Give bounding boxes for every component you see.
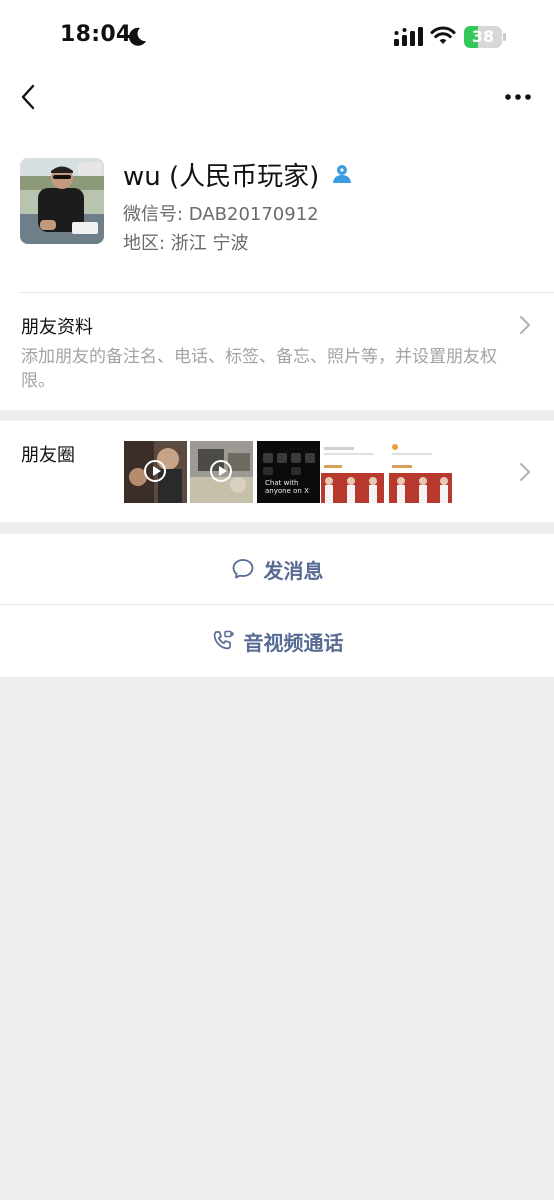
av-call-label: 音视频通话	[243, 630, 344, 655]
moment-thumb-1	[124, 441, 187, 503]
friend-info-description: 添加朋友的备注名、电话、标签、备忘、照片等，并设置朋友权限。	[21, 347, 497, 391]
chevron-right-icon	[520, 463, 530, 481]
play-icon	[144, 460, 166, 482]
status-bar: 18:04 38	[0, 0, 554, 70]
friend-info-row[interactable]: 朋友资料 添加朋友的备注名、电话、标签、备忘、照片等，并设置朋友权限。	[0, 293, 554, 410]
signal-icon	[394, 27, 423, 46]
moment-thumb-4	[321, 441, 384, 503]
battery-icon: 38	[464, 26, 508, 48]
person-icon	[333, 165, 352, 183]
profile-name-row: wu (人民币玩家)	[123, 155, 353, 193]
chevron-right-icon	[520, 316, 530, 334]
phone-video-icon	[213, 630, 233, 650]
avatar[interactable]	[20, 158, 104, 244]
friend-info-title: 朋友资料	[21, 317, 93, 338]
moment-thumb-3: Chat with anyone on X	[257, 441, 320, 503]
moment-thumb-2	[190, 441, 253, 503]
moments-title: 朋友圈	[21, 445, 75, 466]
moment-thumb-3-text: Chat with anyone on X	[265, 479, 309, 495]
wifi-icon	[430, 26, 456, 44]
region: 地区: 浙江 宁波	[123, 233, 249, 254]
send-message-button[interactable]: 发消息	[0, 534, 554, 604]
wechat-id: 微信号: DAB20170912	[123, 204, 319, 225]
send-message-label: 发消息	[263, 558, 324, 583]
battery-text: 38	[471, 27, 495, 46]
profile-name: wu (人民币玩家)	[123, 161, 320, 192]
status-time: 18:04	[60, 22, 132, 47]
moment-thumb-5	[389, 441, 452, 503]
chat-bubble-icon	[232, 559, 253, 579]
av-call-button[interactable]: 音视频通话	[0, 605, 554, 677]
chevron-left-icon[interactable]	[14, 82, 44, 112]
more-dots-icon[interactable]	[500, 86, 536, 108]
moon-icon	[129, 27, 146, 46]
moments-row[interactable]: 朋友圈 Chat with anyone on X	[0, 421, 554, 522]
play-icon	[210, 460, 232, 482]
